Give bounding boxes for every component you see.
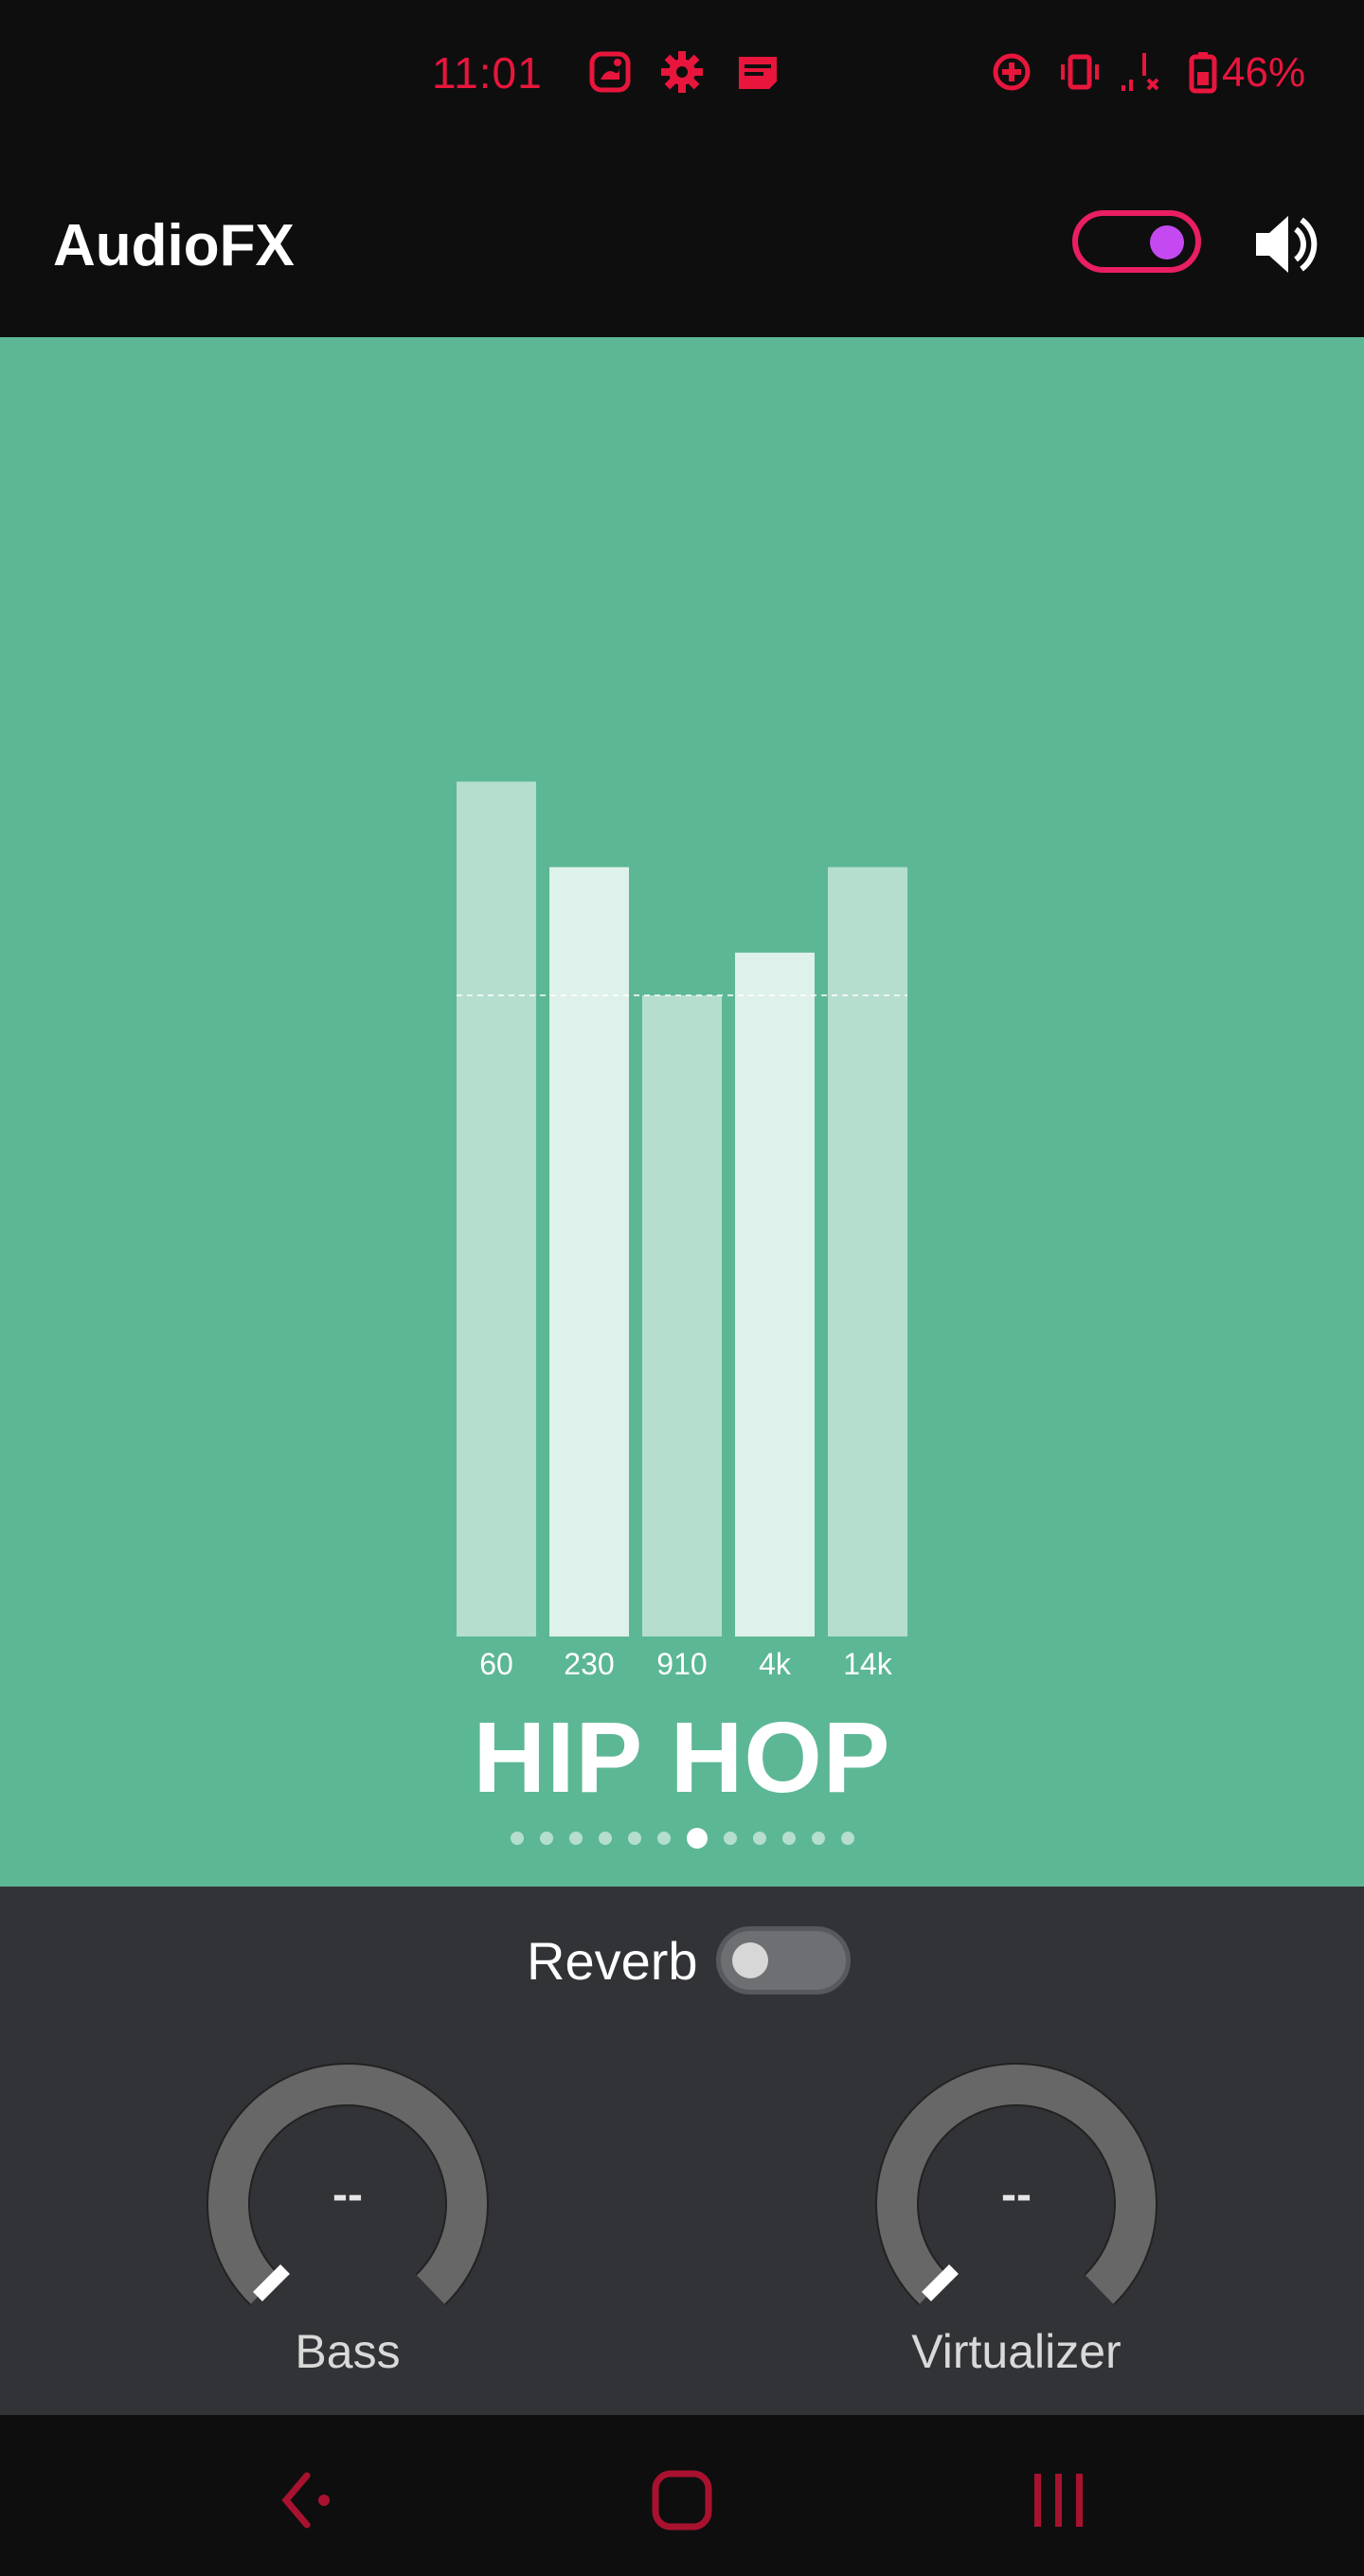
- eq-band-bar[interactable]: [828, 867, 907, 1637]
- app-title: AudioFX: [53, 213, 295, 278]
- virtualizer-value: --: [1001, 2170, 1032, 2220]
- bass-value: --: [332, 2170, 363, 2220]
- settings-icon: [661, 51, 703, 93]
- virtualizer-knob[interactable]: --: [874, 2063, 1158, 2347]
- preset-name[interactable]: HIP HOP: [0, 1701, 1364, 1816]
- eq-band-label: 910: [656, 1647, 707, 1681]
- gallery-icon: [589, 51, 631, 93]
- page-dot-active: [686, 1828, 708, 1849]
- page-dot: [539, 1832, 553, 1845]
- page-dot: [598, 1832, 612, 1845]
- speaker-icon[interactable]: [1250, 208, 1322, 280]
- status-time: 11:01: [432, 48, 543, 98]
- recents-icon[interactable]: [1021, 2462, 1097, 2538]
- equalizer-chart[interactable]: 60 230 910 4k 14k: [0, 337, 1364, 1701]
- data-saver-icon: [993, 53, 1031, 91]
- page-dot: [840, 1832, 854, 1845]
- page-dot: [723, 1832, 737, 1845]
- eq-band-bar[interactable]: [457, 781, 536, 1637]
- navigation-bar: [0, 2415, 1364, 2576]
- page-dot: [568, 1832, 583, 1845]
- page-dot: [627, 1832, 641, 1845]
- battery-percent: 46%: [1222, 49, 1306, 96]
- eq-band-bar[interactable]: [642, 995, 722, 1637]
- battery-icon: [1189, 52, 1217, 94]
- eq-band-bar[interactable]: [735, 952, 815, 1637]
- no-signal-icon: [1122, 53, 1159, 91]
- effects-panel: Reverb -- Bass -- Virtualizer: [0, 1887, 1364, 2415]
- page-dot: [752, 1832, 766, 1845]
- master-switch-knob: [1150, 225, 1184, 259]
- bass-knob[interactable]: --: [206, 2063, 490, 2347]
- eq-band-label: 14k: [843, 1647, 893, 1681]
- reverb-label: Reverb: [527, 1931, 698, 1991]
- status-bar: 11:01 46%: [0, 0, 1364, 152]
- back-icon[interactable]: [271, 2462, 347, 2538]
- eq-band-bar[interactable]: [549, 867, 629, 1637]
- page-dot: [656, 1832, 671, 1845]
- virtualizer-label: Virtualizer: [911, 2325, 1122, 2378]
- page-dot: [510, 1832, 524, 1845]
- home-icon[interactable]: [644, 2462, 720, 2538]
- vibrate-icon: [1061, 54, 1099, 90]
- bass-label: Bass: [295, 2325, 401, 2378]
- notification-icon: [739, 57, 777, 89]
- eq-band-label: 230: [564, 1647, 614, 1681]
- page-dot: [811, 1832, 825, 1845]
- preset-page-indicator: [0, 1828, 1364, 1849]
- app-bar: AudioFX: [0, 152, 1364, 337]
- eq-band-label: 4k: [759, 1647, 792, 1681]
- eq-band-label: 60: [479, 1647, 513, 1681]
- reverb-switch-knob: [732, 1942, 768, 1978]
- reverb-switch[interactable]: [716, 1926, 851, 1995]
- page-dot: [781, 1832, 796, 1845]
- equalizer-panel: 60 230 910 4k 14k HIP HOP: [0, 337, 1364, 1887]
- master-switch[interactable]: [1072, 210, 1201, 273]
